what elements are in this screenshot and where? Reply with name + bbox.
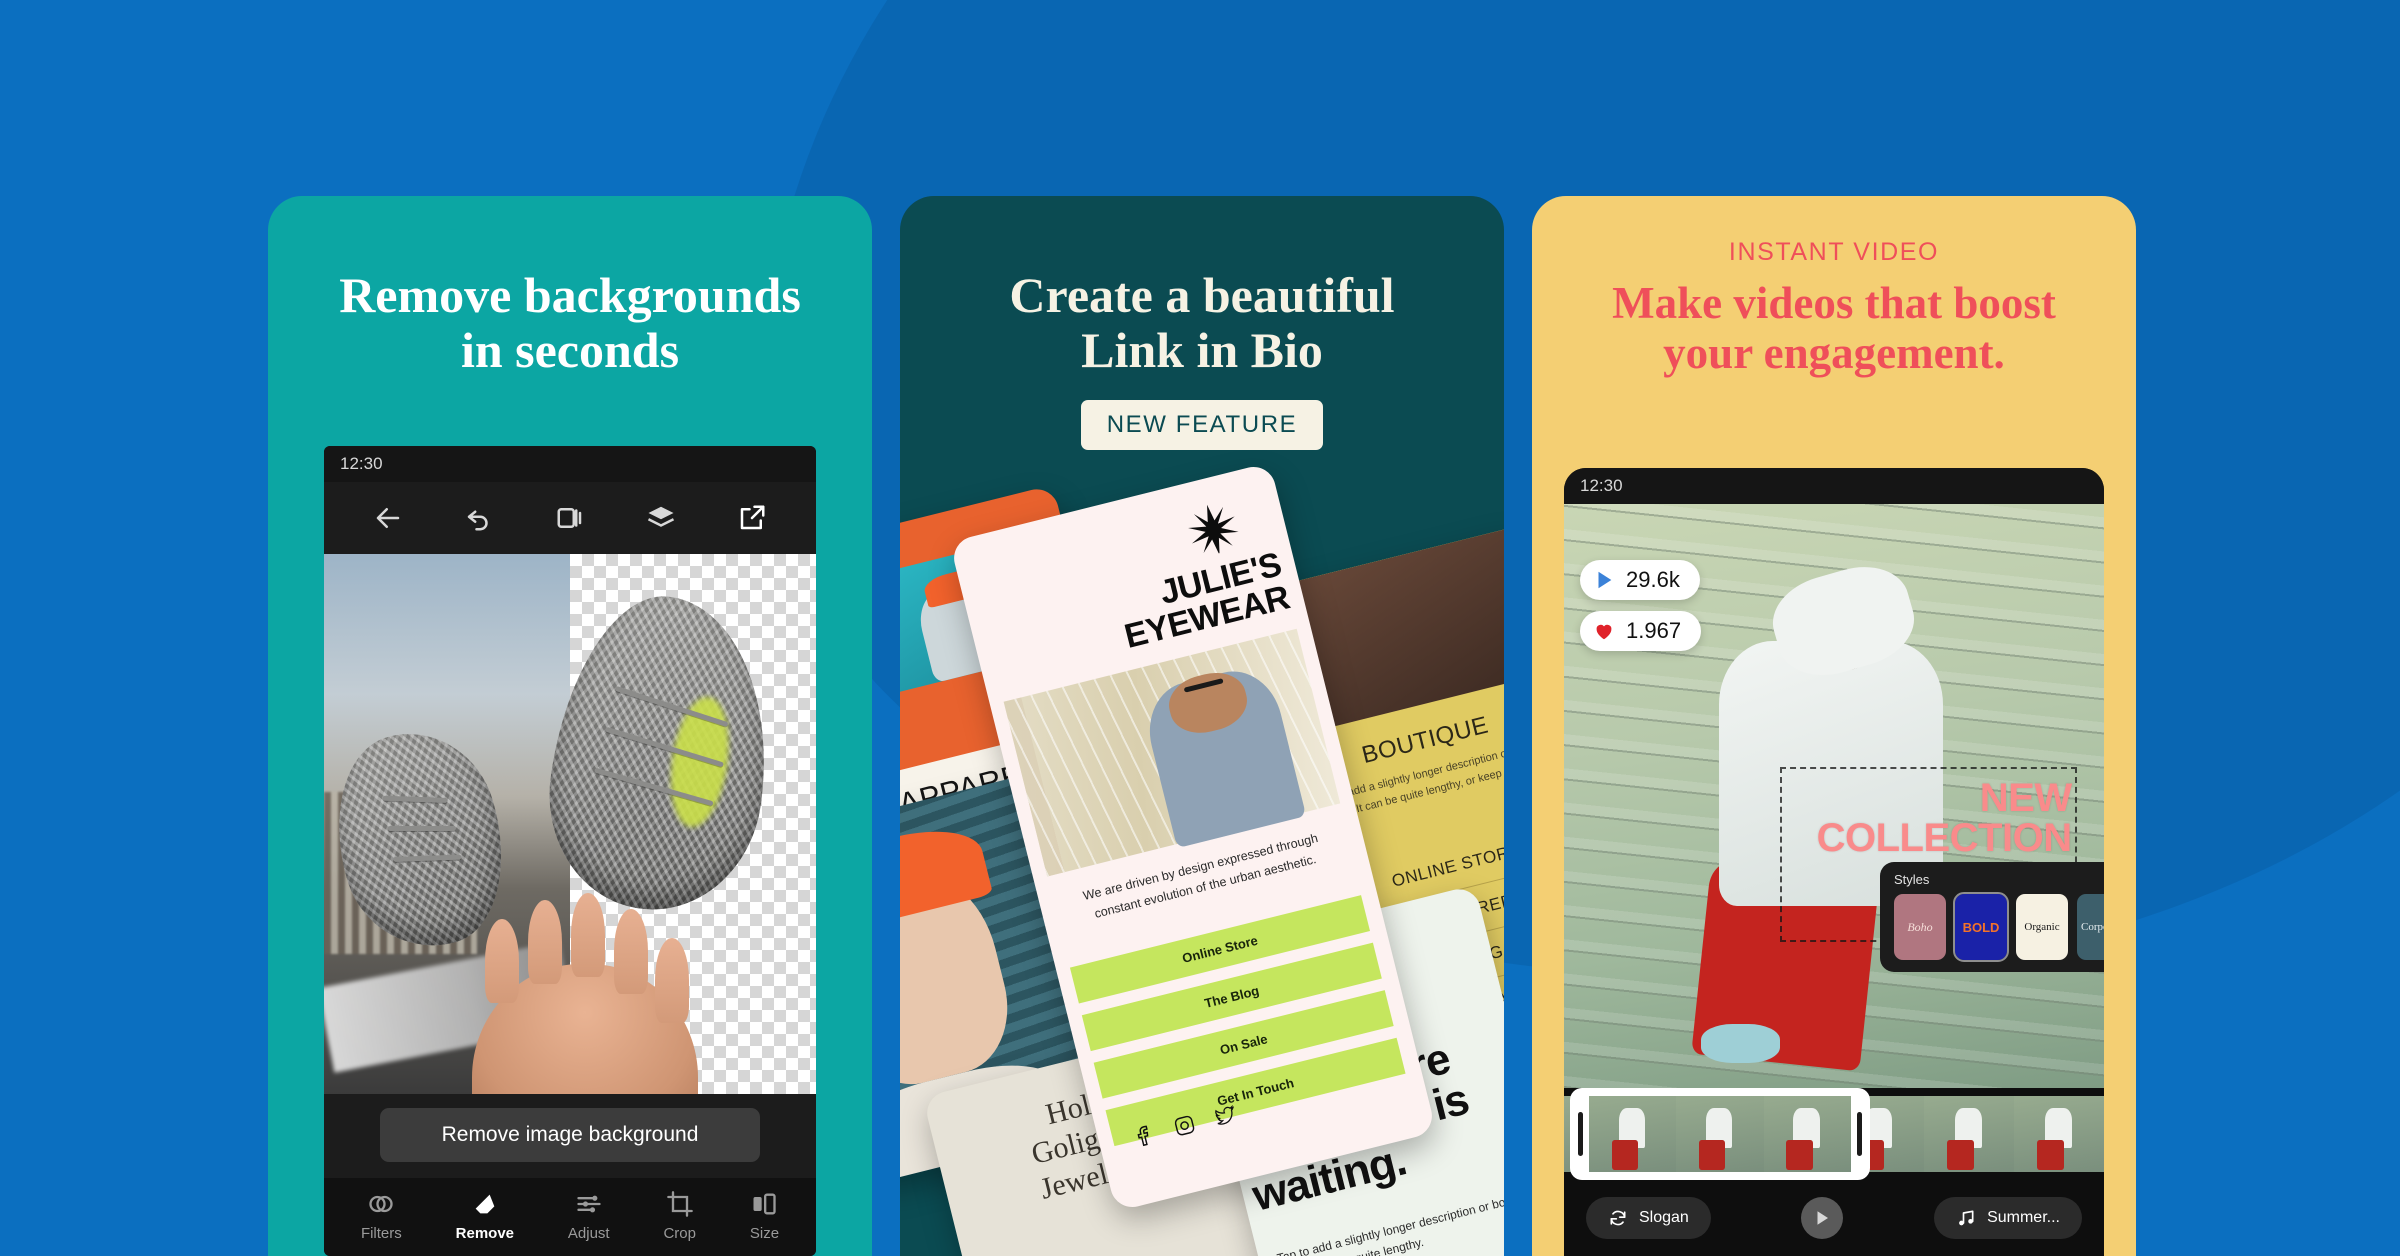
link-in-bio-cards: SHELF APPAREL ...ut motion comes stagnat… bbox=[900, 462, 1504, 1256]
refresh-icon bbox=[1610, 1210, 1626, 1226]
cta-container: Remove image background bbox=[324, 1094, 816, 1178]
timeline-trim-selection[interactable] bbox=[1570, 1088, 1870, 1180]
panel-video-eyebrow: INSTANT VIDEO bbox=[1728, 238, 1940, 266]
remove-image-background-button[interactable]: Remove image background bbox=[380, 1108, 760, 1162]
headline-line-2: in seconds bbox=[460, 322, 680, 378]
julie-links: Online Store The Blog On Sale Get In Tou… bbox=[1069, 895, 1409, 1158]
nav-item-size[interactable]: Size bbox=[750, 1190, 779, 1242]
panel-link-in-bio: Create a beautiful Link in Bio NEW FEATU… bbox=[900, 196, 1504, 1256]
style-chip-organic[interactable]: Organic bbox=[2016, 894, 2068, 960]
music-label: Summer... bbox=[1987, 1209, 2060, 1226]
status-time: 12:30 bbox=[340, 454, 383, 473]
nav-item-adjust[interactable]: Adjust bbox=[568, 1190, 610, 1242]
new-feature-badge: NEW FEATURE bbox=[1080, 400, 1324, 450]
back-icon[interactable] bbox=[373, 503, 403, 533]
music-note-icon bbox=[1959, 1210, 1974, 1226]
heart-icon bbox=[1596, 624, 1612, 640]
filters-icon bbox=[369, 1195, 394, 1213]
overlay-line-1: NEW bbox=[1979, 776, 2072, 821]
music-button[interactable]: Summer... bbox=[1934, 1197, 2082, 1239]
undo-icon[interactable] bbox=[464, 503, 494, 533]
style-chip-corporate[interactable]: Corporate bbox=[2077, 894, 2104, 960]
headline-line-1: Make videos that boost bbox=[1612, 278, 2056, 328]
editor-canvas[interactable] bbox=[324, 554, 816, 1094]
nav-label: Size bbox=[749, 1225, 780, 1242]
status-bar: 12:30 bbox=[1564, 468, 2104, 504]
editor-bottom-nav: Filters Remove Adjust Crop Size bbox=[324, 1178, 816, 1256]
hand-photo bbox=[471, 893, 698, 1094]
video-bottom-bar: Slogan Summer... bbox=[1564, 1180, 2104, 1256]
nav-label: Filters bbox=[360, 1225, 402, 1242]
layers-icon[interactable] bbox=[646, 503, 676, 533]
video-preview-canvas[interactable]: NEW COLLECTION DROP 29.6k 1.967 Styles bbox=[1564, 504, 2104, 1088]
nav-label: Adjust bbox=[567, 1225, 610, 1242]
marketing-panels-stage: Remove backgrounds in seconds 12:30 Remo… bbox=[0, 0, 2400, 1256]
stat-likes: 1.967 bbox=[1580, 611, 1702, 651]
panel-remove-backgrounds: Remove backgrounds in seconds 12:30 Remo… bbox=[268, 196, 872, 1256]
phone-mockup-video-editor: 12:30 NEW COLLECTION 29.6k 1.967 Styles … bbox=[1564, 468, 2104, 1256]
trim-selected-frames bbox=[1589, 1096, 1851, 1172]
phone-mockup-editor: 12:30 Remove image background Filters Re… bbox=[324, 446, 816, 1256]
stat-views: 29.6k bbox=[1580, 560, 1700, 600]
sliders-icon bbox=[577, 1195, 601, 1213]
panel-instant-video: INSTANT VIDEO Make videos that boost you… bbox=[1532, 196, 2136, 1256]
model-shoe bbox=[1700, 1023, 1780, 1063]
trim-handle-right[interactable] bbox=[1857, 1112, 1862, 1156]
play-icon bbox=[1817, 1211, 1829, 1225]
styles-row: Boho BOLD Organic Corporate bbox=[1894, 892, 2104, 962]
styles-label: Styles bbox=[1894, 872, 1930, 887]
nav-label: Crop bbox=[663, 1225, 696, 1242]
stat-views-value: 29.6k bbox=[1626, 567, 1680, 592]
stat-likes-value: 1.967 bbox=[1626, 618, 1682, 643]
timeline-frame bbox=[1589, 1096, 1677, 1172]
panel-video-headline: Make videos that boost your engagement. bbox=[1532, 278, 2136, 378]
eraser-icon bbox=[475, 1194, 495, 1214]
timeline-frame bbox=[1924, 1096, 2014, 1172]
slogan-button[interactable]: Slogan bbox=[1586, 1197, 1711, 1239]
panel-remove-headline: Remove backgrounds in seconds bbox=[268, 268, 872, 378]
video-timeline[interactable] bbox=[1564, 1088, 2104, 1180]
nav-item-remove[interactable]: Remove bbox=[456, 1190, 514, 1242]
headline-line-1: Create a beautiful bbox=[1009, 267, 1395, 323]
play-icon bbox=[1598, 571, 1612, 589]
headline-line-2: your engagement. bbox=[1663, 327, 2005, 378]
holly-photo bbox=[1026, 1236, 1286, 1256]
slogan-label: Slogan bbox=[1639, 1209, 1689, 1226]
nav-label: Remove bbox=[455, 1225, 515, 1242]
compare-icon[interactable] bbox=[555, 503, 585, 533]
shoe-cutout bbox=[534, 583, 788, 924]
shoe-laces-cutout bbox=[534, 584, 787, 924]
timeline-frame bbox=[1763, 1096, 1851, 1172]
sunglasses-icon bbox=[1183, 678, 1224, 693]
headline-line-1: Remove backgrounds bbox=[339, 267, 801, 323]
timeline-frame bbox=[2014, 1096, 2104, 1172]
badge-container: NEW FEATURE bbox=[900, 400, 1504, 450]
export-icon[interactable] bbox=[737, 503, 767, 533]
timeline-frame bbox=[1676, 1096, 1764, 1172]
play-button[interactable] bbox=[1801, 1197, 1844, 1239]
trim-handle-left[interactable] bbox=[1578, 1112, 1583, 1156]
editor-toolbar bbox=[324, 482, 816, 554]
overlay-line-2: COLLECTION bbox=[1816, 816, 2072, 861]
styles-panel: Styles Boho BOLD Organic Corporate bbox=[1880, 862, 2104, 972]
nav-item-filters[interactable]: Filters bbox=[361, 1190, 402, 1242]
headline-line-2: Link in Bio bbox=[1081, 322, 1323, 378]
crop-icon bbox=[666, 1191, 693, 1217]
style-chip-boho[interactable]: Boho bbox=[1894, 894, 1946, 960]
style-chip-bold[interactable]: BOLD bbox=[1953, 892, 2009, 962]
status-bar: 12:30 bbox=[324, 446, 816, 482]
starburst-icon bbox=[1188, 504, 1239, 556]
engagement-stats: 29.6k 1.967 bbox=[1580, 560, 1702, 662]
panel-link-headline: Create a beautiful Link in Bio bbox=[900, 268, 1504, 378]
status-time: 12:30 bbox=[1580, 476, 1623, 495]
nav-item-crop[interactable]: Crop bbox=[663, 1190, 696, 1242]
size-icon bbox=[753, 1193, 777, 1215]
